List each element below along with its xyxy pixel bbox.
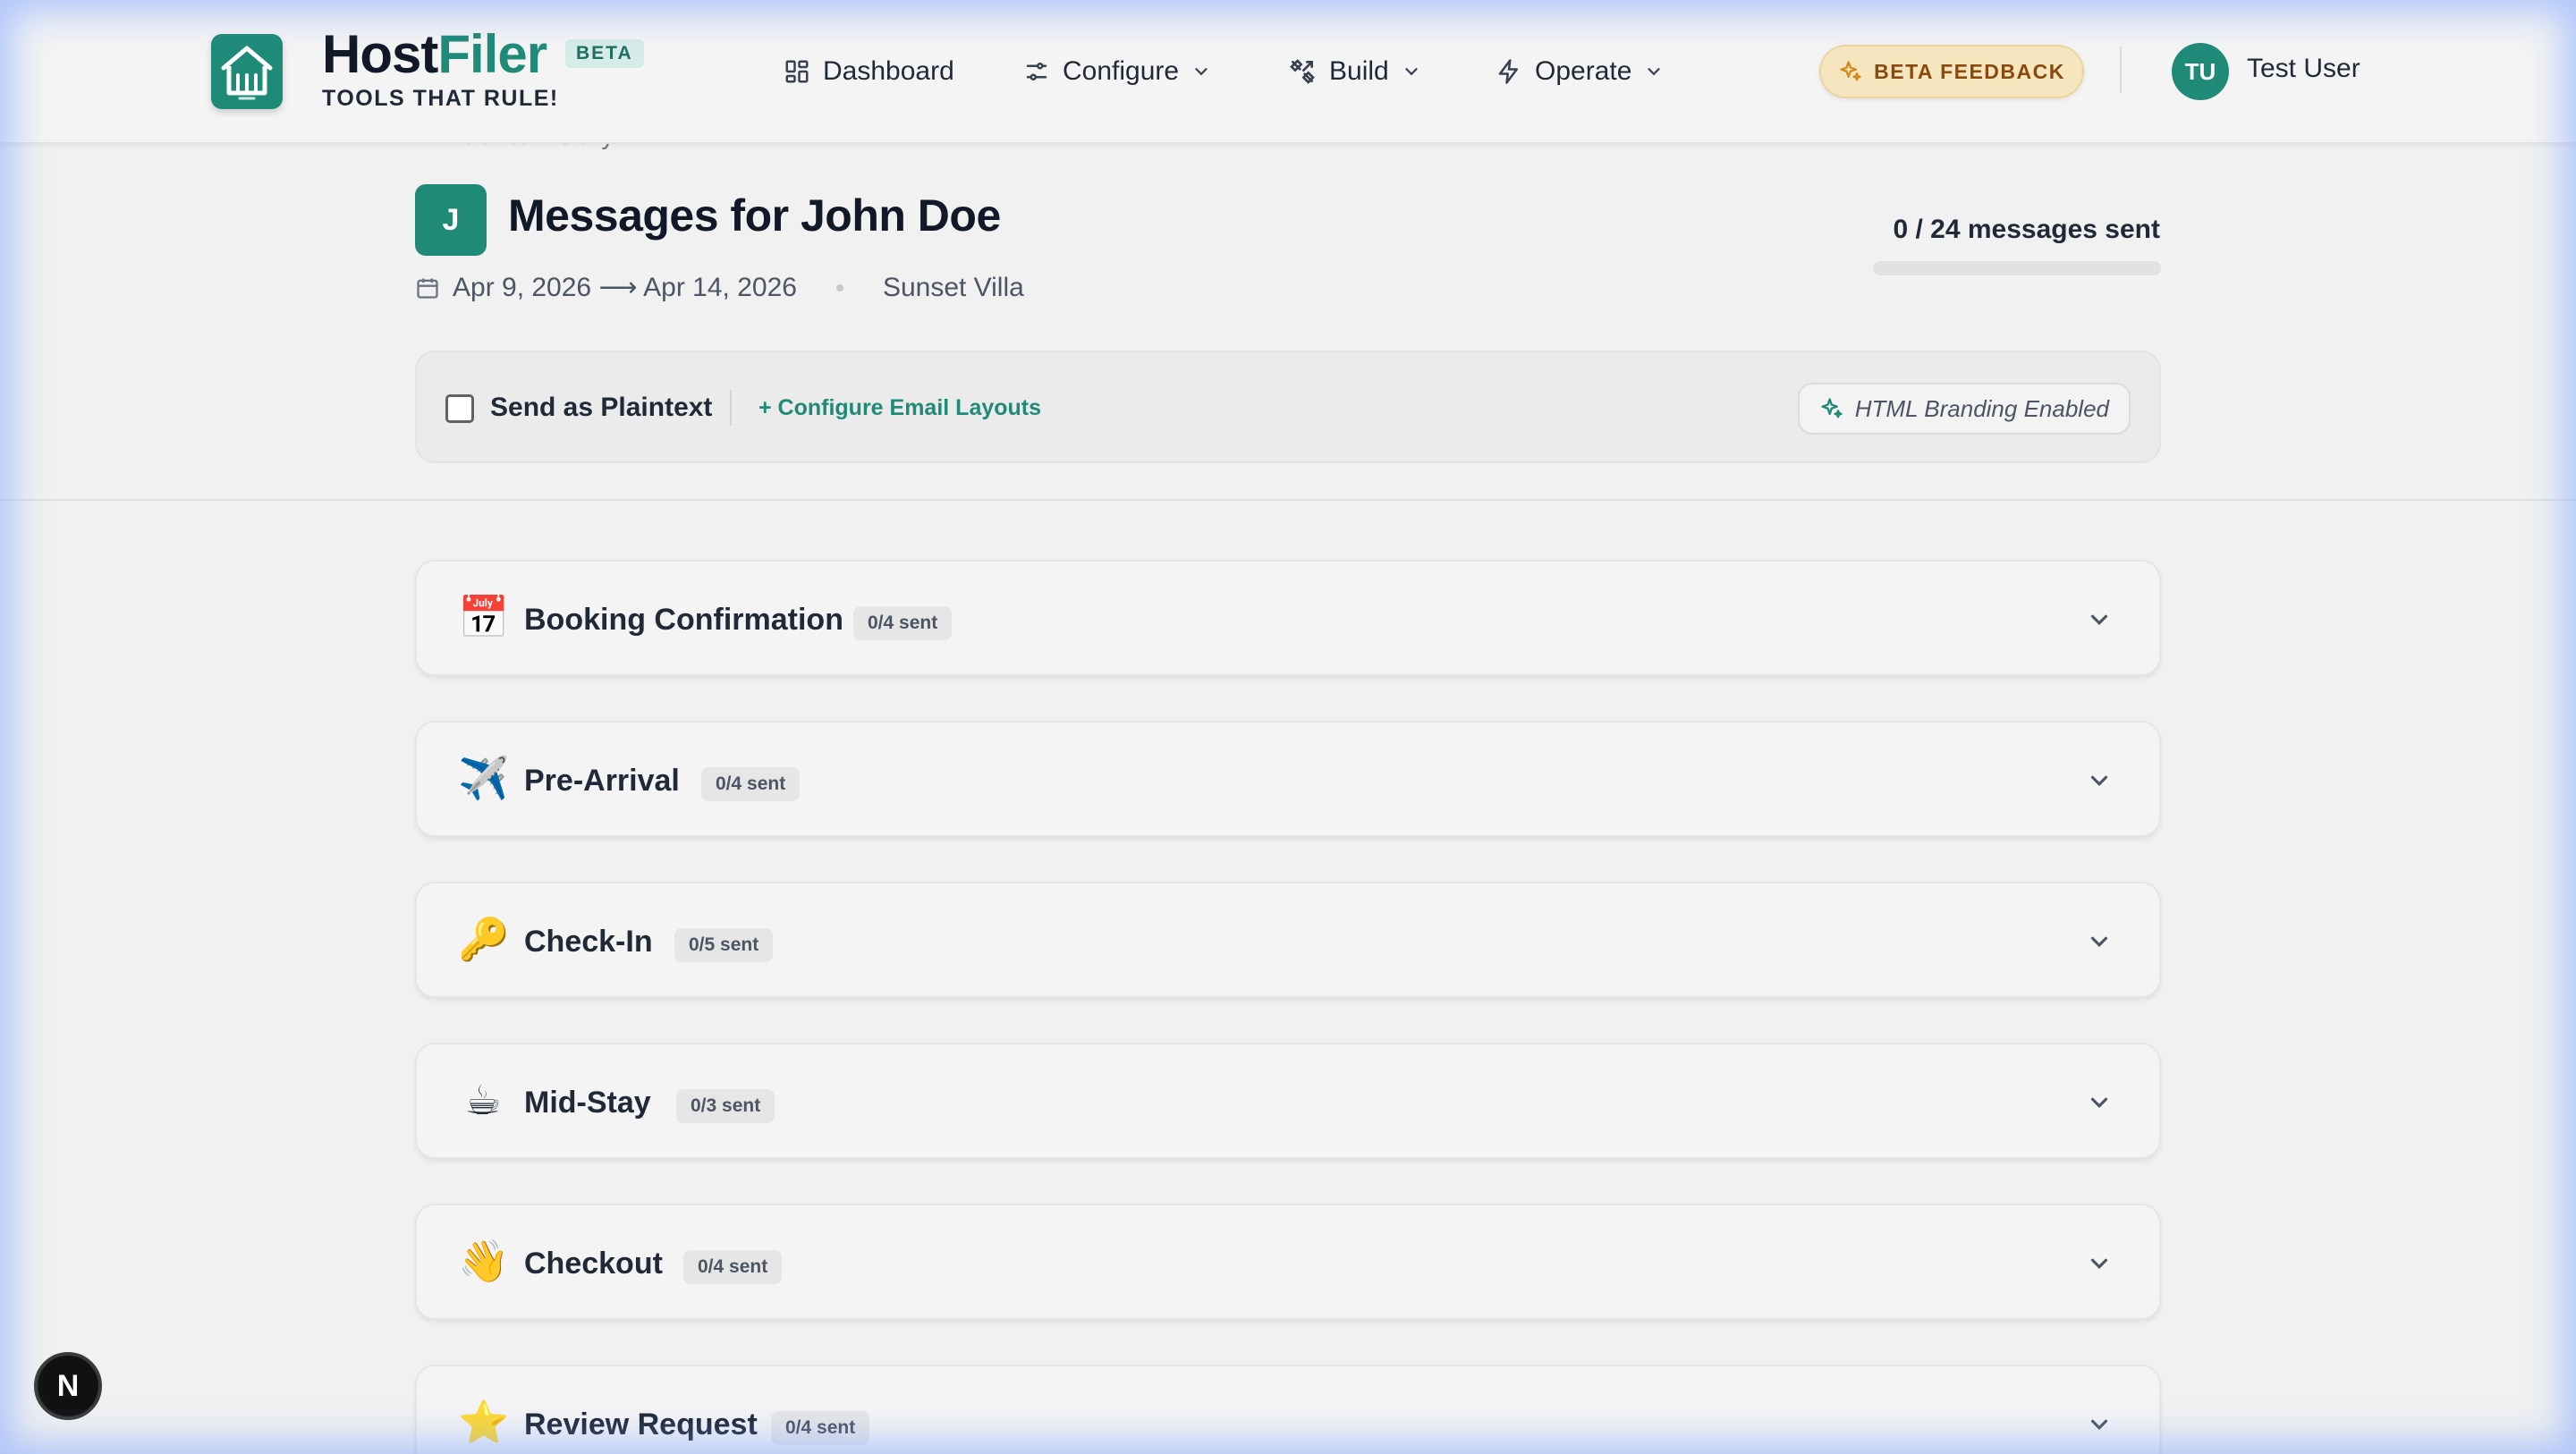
header-divider (2120, 46, 2122, 93)
sent-count-badge: 0/4 sent (701, 767, 801, 801)
messages-sent-summary: 0 / 24 messages sent (1893, 215, 2160, 244)
meta-separator (835, 283, 843, 292)
chevron-down-icon[interactable] (2086, 1250, 2113, 1277)
sent-count-badge: 0/4 sent (853, 606, 953, 640)
section-pre-arrival[interactable]: ✈️ Pre-Arrival 0/4 sent (415, 721, 2161, 837)
nav-configure[interactable]: Configure (1023, 50, 1211, 93)
section-title: Review Request (524, 1408, 758, 1441)
chevron-down-icon[interactable] (2086, 606, 2113, 633)
sent-count-badge: 0/5 sent (674, 928, 774, 962)
section-booking-confirmation[interactable]: 📅 Booking Confirmation 0/4 sent (415, 560, 2161, 676)
top-navigation-bar: HostFiler BETA TOOLS THAT RULE! Dashboar… (0, 0, 2576, 144)
coffee-emoji-icon: ☕ (464, 1076, 502, 1124)
calendar-icon (417, 278, 438, 299)
bolt-icon (1498, 59, 1518, 84)
sparkle-icon (1821, 398, 1843, 418)
section-mid-stay[interactable]: ☕ Mid-Stay 0/3 sent (415, 1043, 2161, 1159)
sent-count-badge: 0/3 sent (676, 1089, 775, 1123)
section-title: Booking Confirmation (524, 603, 843, 637)
options-divider (730, 390, 732, 426)
property-name: Sunset Villa (882, 272, 1024, 302)
chevron-down-icon[interactable] (2086, 928, 2113, 955)
section-title: Pre-Arrival (524, 764, 680, 798)
nav-build-label: Build (1329, 56, 1389, 86)
contact-avatar: J (415, 184, 487, 256)
beta-feedback-label: BETA FEEDBACK (1874, 59, 2065, 83)
calendar-emoji-icon: 📅 (458, 593, 510, 641)
section-checkout[interactable]: 👋 Checkout 0/4 sent (415, 1204, 2161, 1320)
html-branding-label: HTML Branding Enabled (1854, 394, 2109, 422)
message-options-panel: Send as Plaintext + Configure Email Layo… (415, 351, 2161, 463)
chevron-down-icon[interactable] (2086, 767, 2113, 794)
configure-email-layouts-link[interactable]: + Configure Email Layouts (758, 395, 1041, 421)
airplane-emoji-icon: ✈️ (458, 754, 510, 802)
sliders-icon (1026, 63, 1047, 80)
user-avatar[interactable]: TU (2172, 43, 2229, 100)
section-divider (0, 499, 2576, 501)
html-branding-badge: HTML Branding Enabled (1797, 383, 2131, 435)
brand-tagline: TOOLS THAT RULE! (322, 86, 559, 111)
nextjs-dev-indicator-button[interactable]: N (34, 1352, 102, 1420)
nav-dashboard[interactable]: Dashboard (784, 50, 954, 93)
stay-meta: Apr 9, 2026 ⟶ Apr 14, 2026 Sunset Villa (415, 272, 1024, 303)
house-logo-icon (221, 46, 273, 100)
section-title: Mid-Stay (524, 1086, 651, 1120)
chevron-down-icon[interactable] (2086, 1089, 2113, 1116)
brand-filer-text: Filer (437, 24, 547, 84)
section-check-in[interactable]: 🔑 Check-In 0/5 sent (415, 882, 2161, 998)
star-emoji-icon: ⭐ (458, 1398, 510, 1446)
section-title: Checkout (524, 1247, 663, 1281)
section-review-request[interactable]: ⭐ Review Request 0/4 sent (415, 1365, 2161, 1454)
page-title: Messages for John Doe (508, 190, 1001, 241)
nav-operate[interactable]: Operate (1496, 50, 1664, 93)
nav-dashboard-label: Dashboard (823, 56, 954, 86)
messages-sent-progress-bar (1873, 261, 2161, 275)
chevron-down-icon (1405, 68, 1418, 76)
chevron-down-icon[interactable] (2086, 1411, 2113, 1438)
plaintext-checkbox[interactable] (445, 394, 474, 423)
waving-hand-emoji-icon: 👋 (458, 1237, 510, 1285)
nav-operate-label: Operate (1535, 56, 1632, 86)
hostfiler-logo[interactable] (211, 34, 283, 109)
beta-feedback-button[interactable]: BETA FEEDBACK (1819, 45, 2084, 98)
brand-name[interactable]: HostFiler (322, 23, 547, 85)
chevron-down-icon (1648, 68, 1661, 76)
section-title: Check-In (524, 925, 653, 959)
user-name[interactable]: Test User (2247, 54, 2360, 84)
key-emoji-icon: 🔑 (458, 915, 510, 963)
brand-host-text: Host (322, 24, 438, 84)
chevron-down-icon (1195, 68, 1208, 76)
plaintext-label[interactable]: Send as Plaintext (490, 393, 712, 423)
date-range: Apr 9, 2026 ⟶ Apr 14, 2026 (453, 273, 797, 302)
nav-build[interactable]: Build (1288, 50, 1421, 93)
tools-icon (1290, 59, 1315, 84)
sent-count-badge: 0/4 sent (771, 1411, 870, 1445)
beta-badge: BETA (565, 39, 644, 68)
nav-configure-label: Configure (1063, 56, 1180, 86)
sparkle-icon (1840, 61, 1861, 81)
sent-count-badge: 0/4 sent (683, 1250, 783, 1284)
grid-icon (785, 60, 809, 83)
